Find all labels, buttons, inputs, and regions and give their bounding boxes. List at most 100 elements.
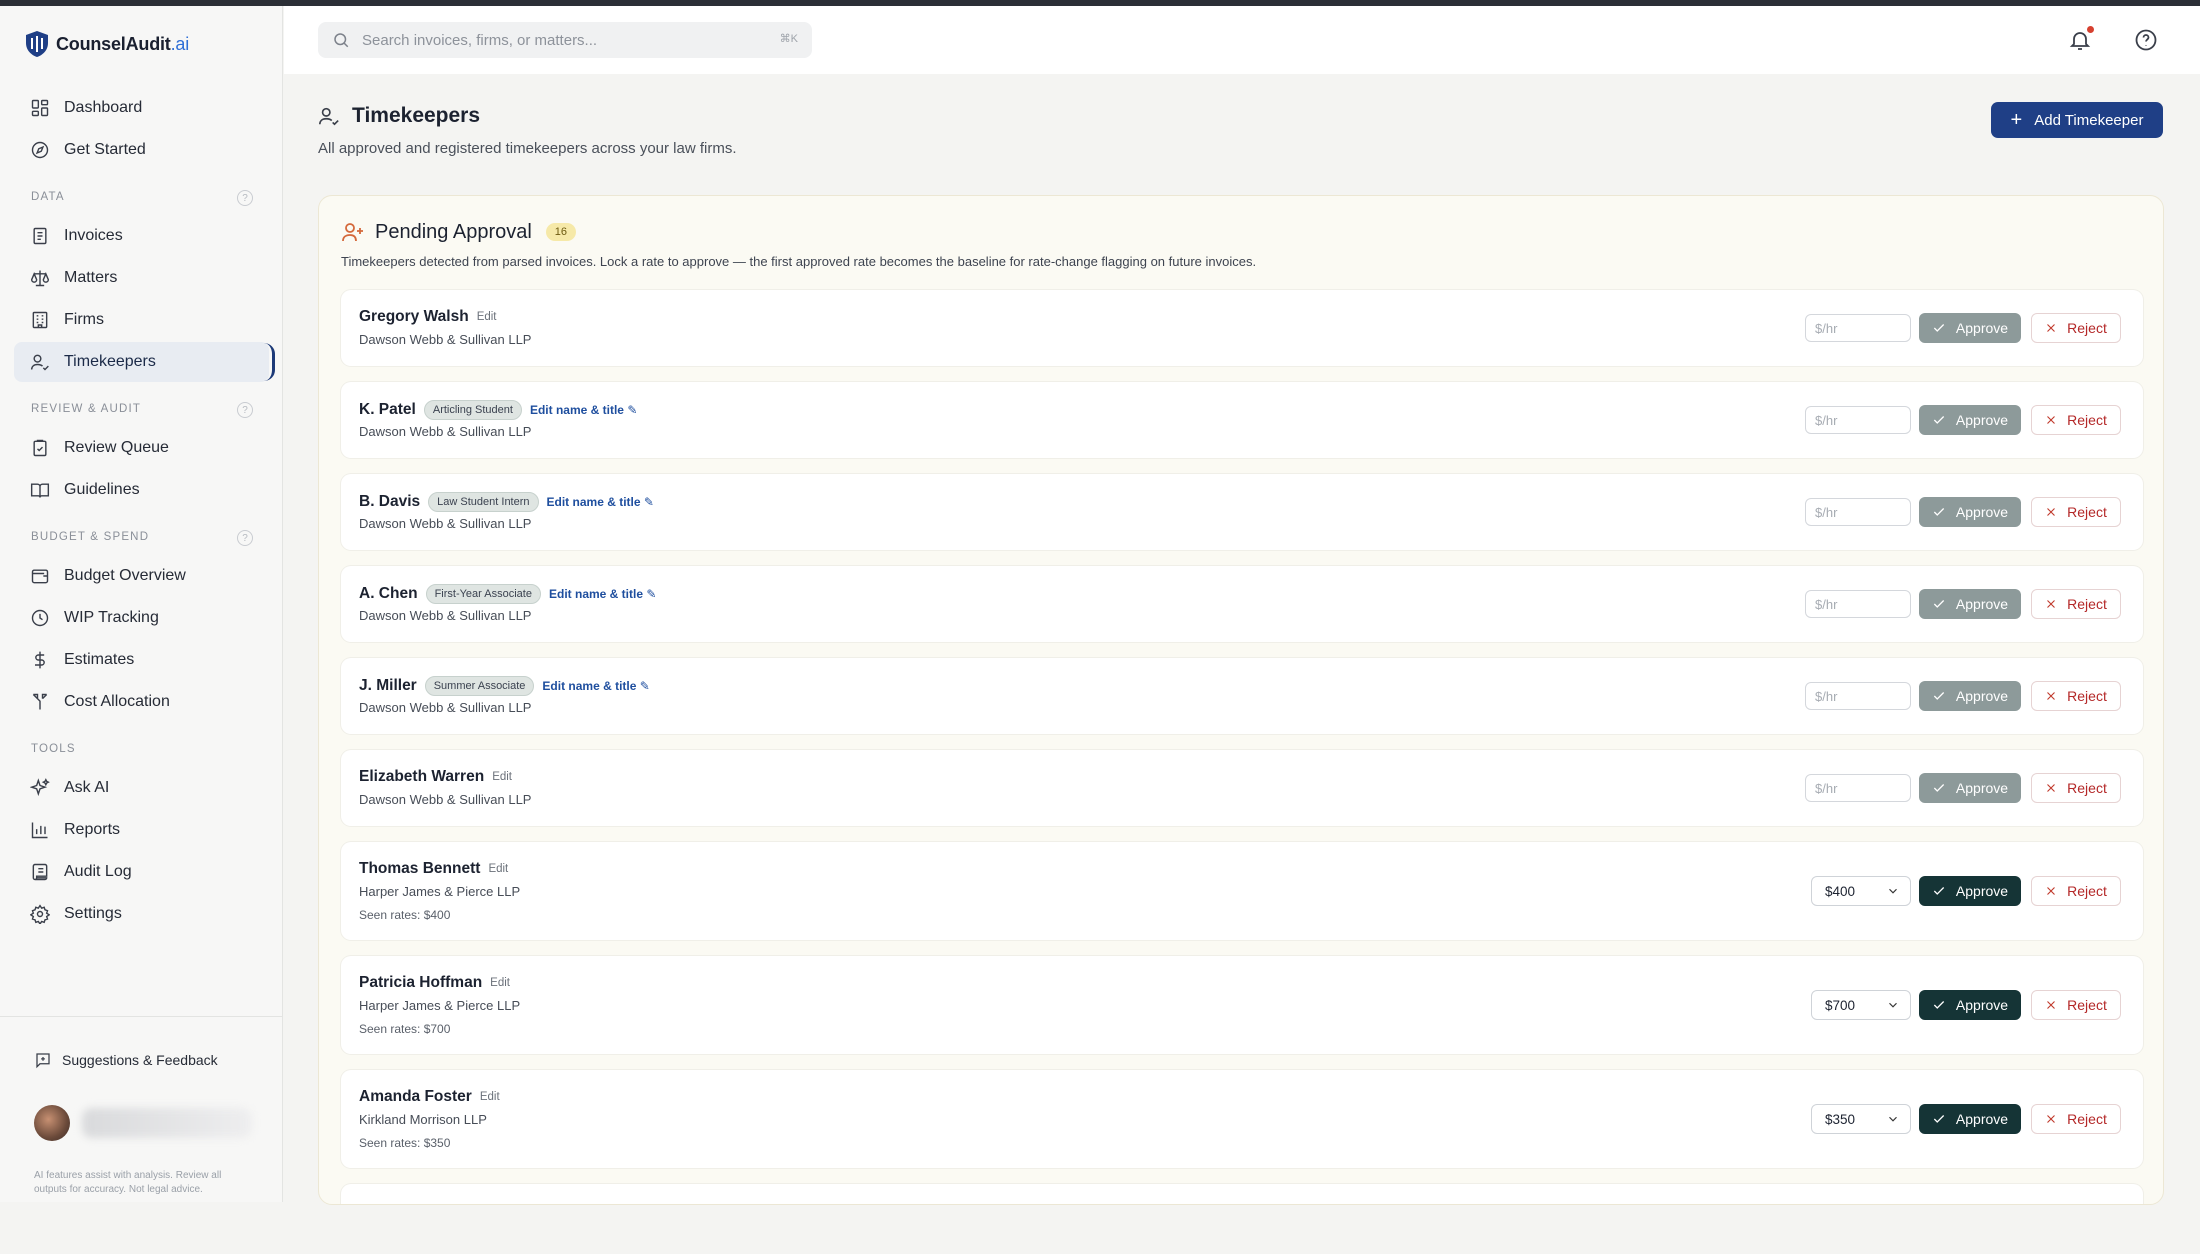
sidebar-item-get-started[interactable]: Get Started (14, 130, 269, 170)
rate-select[interactable]: $400 (1811, 876, 1911, 906)
sidebar-item-reports[interactable]: Reports (14, 810, 269, 850)
sidebar-item-estimates[interactable]: Estimates (14, 640, 269, 680)
sidebar-item-invoices[interactable]: Invoices (14, 216, 269, 256)
edit-link[interactable]: Edit (492, 771, 512, 783)
edit-name-title-link[interactable]: Edit name & title ✎ (530, 403, 637, 417)
rate-select-value: $700 (1825, 997, 1856, 1013)
timekeeper-row: Elizabeth Warren Edit Dawson Webb & Sulli… (341, 750, 2143, 826)
sidebar-item-matters[interactable]: Matters (14, 258, 269, 298)
approve-label: Approve (1955, 596, 2009, 612)
approve-button[interactable]: Approve (1919, 773, 2021, 803)
chevron-down-icon (1889, 1116, 1897, 1122)
building-icon (32, 311, 48, 329)
bar-chart-icon (31, 822, 48, 839)
search-icon (334, 33, 349, 48)
reject-button[interactable]: Reject (2031, 497, 2121, 527)
approve-label: Approve (1955, 412, 2009, 428)
rate-input[interactable] (1805, 498, 1911, 526)
reject-button[interactable]: Reject (2031, 313, 2121, 343)
sidebar-item-review-queue[interactable]: Review Queue (14, 428, 269, 468)
reject-button[interactable]: Reject (2031, 773, 2121, 803)
reject-label: Reject (2067, 596, 2107, 612)
sidebar-item-settings[interactable]: Settings (14, 894, 269, 934)
suggestions-feedback-link[interactable]: Suggestions & Feedback (34, 1051, 218, 1069)
close-icon (2047, 1115, 2056, 1123)
approve-label: Approve (1955, 504, 2009, 520)
sidebar-item-label: Invoices (64, 227, 123, 244)
approve-button[interactable]: Approve (1919, 876, 2021, 906)
add-timekeeper-button[interactable]: + Add Timekeeper (1991, 102, 2163, 138)
reject-label: Reject (2067, 883, 2107, 899)
clock-icon (31, 609, 49, 627)
sidebar-item-guidelines[interactable]: Guidelines (14, 470, 269, 510)
help-button[interactable] (2134, 28, 2160, 54)
sidebar-item-wip-tracking[interactable]: WIP Tracking (14, 598, 269, 638)
sidebar-item-label: Settings (64, 905, 122, 922)
rate-input[interactable] (1805, 774, 1911, 802)
notifications-button[interactable] (2068, 26, 2094, 54)
user-check-icon (319, 107, 339, 126)
reject-button[interactable]: Reject (2031, 876, 2121, 906)
rate-select[interactable]: $700 (1811, 990, 1911, 1020)
approve-button[interactable]: Approve (1919, 990, 2021, 1020)
approve-button[interactable]: Approve (1919, 405, 2021, 435)
approve-button[interactable]: Approve (1919, 497, 2021, 527)
sidebar-nav: Dashboard Get Started DATA? Invoices Mat… (14, 88, 275, 936)
sidebar-item-label: Review Queue (64, 439, 169, 456)
approve-button[interactable]: Approve (1919, 313, 2021, 343)
section-label-review-audit: REVIEW & AUDIT? (14, 384, 269, 428)
reject-button[interactable]: Reject (2031, 681, 2121, 711)
approve-button[interactable]: Approve (1919, 1104, 2021, 1134)
edit-link[interactable]: Edit (488, 863, 508, 875)
help-circle-icon[interactable]: ? (237, 402, 253, 418)
check-icon (1933, 508, 1945, 516)
help-circle-icon[interactable]: ? (237, 190, 253, 206)
rate-input[interactable] (1805, 590, 1911, 618)
sidebar-item-label: Get Started (64, 141, 146, 158)
sidebar-item-timekeepers[interactable]: Timekeepers (14, 342, 275, 382)
user-profile[interactable] (34, 1105, 252, 1141)
sidebar-item-ask-ai[interactable]: Ask AI (14, 768, 269, 808)
sidebar-item-label: WIP Tracking (64, 609, 159, 626)
sidebar-item-budget-overview[interactable]: Budget Overview (14, 556, 269, 596)
reject-button[interactable]: Reject (2031, 1104, 2121, 1134)
reject-button[interactable]: Reject (2031, 405, 2121, 435)
timekeeper-name: B. Davis (359, 493, 421, 510)
edit-name-title-link[interactable]: Edit name & title ✎ (542, 679, 649, 693)
rate-input[interactable] (1805, 406, 1911, 434)
reject-button[interactable]: Reject (2031, 589, 2121, 619)
close-icon (2047, 416, 2056, 424)
rate-select[interactable]: $350 (1811, 1104, 1911, 1134)
edit-name-title-link[interactable]: Edit name & title ✎ (549, 587, 656, 601)
sidebar-item-firms[interactable]: Firms (14, 300, 269, 340)
rate-input[interactable] (1805, 682, 1911, 710)
pending-list: Gregory Walsh Edit Dawson Webb & Sullivan… (341, 290, 2143, 1204)
rate-input[interactable] (1805, 314, 1911, 342)
pending-approval-panel: Pending Approval 16 Timekeepers detected… (318, 195, 2164, 1205)
title-badge: First-Year Associate (425, 584, 541, 604)
close-icon (2047, 324, 2056, 332)
edit-link[interactable]: Edit (480, 1091, 500, 1103)
approve-button[interactable]: Approve (1919, 589, 2021, 619)
seen-rates: Seen rates: $350 (359, 1136, 451, 1150)
timekeeper-name: Patricia Hoffman (359, 974, 483, 991)
message-plus-icon (36, 1053, 50, 1069)
firm-name: Kirkland Morrison LLP (359, 1112, 487, 1127)
help-circle-icon[interactable]: ? (237, 530, 253, 546)
edit-link[interactable]: Edit (490, 977, 510, 989)
sidebar-item-audit-log[interactable]: Audit Log (14, 852, 269, 892)
firm-name: Dawson Webb & Sullivan LLP (359, 792, 532, 807)
close-icon (2047, 887, 2056, 895)
reject-button[interactable]: Reject (2031, 990, 2121, 1020)
sidebar-item-dashboard[interactable]: Dashboard (14, 88, 269, 128)
user-plus-icon (342, 223, 363, 242)
sidebar-item-label: Matters (64, 269, 118, 286)
edit-link[interactable]: Edit (477, 311, 497, 323)
edit-name-title-link[interactable]: Edit name & title ✎ (547, 495, 654, 509)
search-bar[interactable]: ⌘K (318, 22, 812, 58)
sidebar-item-cost-allocation[interactable]: Cost Allocation (14, 682, 269, 722)
ai-disclaimer: AI features assist with analysis. Review… (34, 1170, 222, 1195)
search-input[interactable] (362, 31, 762, 49)
approve-button[interactable]: Approve (1919, 681, 2021, 711)
app-logo[interactable]: CounselAudit.ai (24, 30, 189, 58)
